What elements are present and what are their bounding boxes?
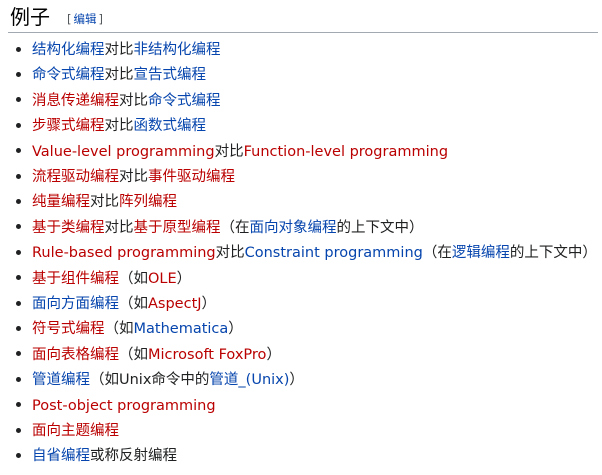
article-link[interactable]: 面向方面编程 (32, 296, 119, 312)
bullet-icon (16, 46, 21, 52)
bullet-icon (16, 452, 21, 458)
missing-article-link[interactable]: Microsoft FoxPro (148, 347, 266, 363)
bullet-icon (16, 249, 21, 255)
list-item: 符号式编程（如Mathematica） (16, 317, 243, 341)
article-link[interactable]: 结构化编程 (32, 42, 105, 58)
list-item: 基于组件编程（如OLE） (16, 267, 191, 291)
missing-article-link[interactable]: 消息传递编程 (32, 93, 119, 109)
missing-article-link[interactable]: 基于原型编程 (134, 220, 221, 236)
list-item: Rule-based programming对比Constraint progr… (16, 241, 597, 265)
article-link[interactable]: 逻辑编程 (452, 245, 510, 261)
list-item: 纯量编程对比阵列编程 (16, 190, 177, 214)
missing-article-link[interactable]: Function-level programming (244, 144, 448, 160)
bullet-icon (16, 275, 21, 281)
list-item: 自省编程或称反射编程 (16, 444, 177, 468)
list-item: 流程驱动编程对比事件驱动编程 (16, 165, 235, 189)
missing-article-link[interactable]: 面向主题编程 (32, 423, 119, 439)
list-item-text: （如 (119, 346, 148, 363)
article-link[interactable]: 面向对象编程 (250, 220, 337, 236)
list-item: 命令式编程对比宣告式编程 (16, 63, 206, 87)
list-item-text: （如 (119, 296, 148, 312)
list-item-text: 对比 (104, 118, 134, 135)
bullet-icon (16, 325, 21, 331)
list-item: 面向方面编程（如AspectJ） (16, 292, 216, 316)
bullet-icon (16, 427, 21, 433)
list-item-text: 对比 (104, 219, 134, 236)
list-item: 基于类编程对比基于原型编程（在面向对象编程的上下文中） (16, 216, 424, 240)
bullet-icon (16, 402, 21, 408)
bullet-icon (16, 224, 21, 230)
missing-article-link[interactable]: AspectJ (148, 296, 202, 312)
missing-article-link[interactable]: 流程驱动编程 (32, 169, 119, 185)
list-item-text: 对比 (215, 245, 245, 262)
article-link[interactable]: 非结构化编程 (134, 42, 221, 58)
article-link[interactable]: 管道编程 (32, 372, 90, 388)
bullet-icon (16, 97, 21, 103)
list-item: 面向表格编程（如Microsoft FoxPro） (16, 343, 281, 367)
article-link[interactable]: 宣告式编程 (134, 67, 207, 83)
list-item-text: 对比 (214, 143, 244, 160)
bullet-icon (16, 173, 21, 179)
list-item-text: ） (201, 296, 217, 312)
list-item-text: 对比 (104, 42, 134, 58)
missing-article-link[interactable]: 纯量编程 (32, 194, 90, 210)
list-item-text: 或称反射编程 (90, 448, 177, 465)
list-item-text: 对比 (104, 67, 134, 84)
list-item-text: ） (266, 346, 281, 363)
edit-bracket-open: [ (67, 12, 72, 26)
article-link[interactable]: 管道_(Unix) (209, 372, 289, 388)
missing-article-link[interactable]: 步骤式编程 (32, 118, 105, 134)
bullet-icon (16, 122, 21, 128)
missing-article-link[interactable]: Value-level programming (32, 144, 215, 160)
article-link[interactable]: 命令式编程 (148, 93, 221, 109)
edit-bracket-close: ] (98, 12, 104, 26)
bullet-icon (16, 148, 21, 154)
list-item-text: ） (176, 270, 192, 287)
missing-article-link[interactable]: 基于类编程 (32, 220, 105, 236)
bullet-icon (16, 71, 21, 77)
list-item-text: （如Unix命令中的 (90, 372, 210, 389)
list-item-text: 的上下文中） (336, 219, 424, 236)
missing-article-link[interactable]: Rule-based programming (32, 245, 216, 261)
edit-section-link-wrapper: [编辑] (67, 11, 103, 27)
list-item: Value-level programming对比Function-level … (16, 140, 448, 164)
list-item-text: ） (228, 321, 243, 338)
bullet-icon (16, 376, 21, 382)
list-item: 面向主题编程 (16, 419, 119, 443)
missing-article-link[interactable]: 面向表格编程 (32, 347, 119, 363)
article-link[interactable]: Mathematica (134, 321, 229, 337)
section-heading: 例子 [编辑] (8, 2, 598, 33)
article-link[interactable]: Constraint programming (245, 245, 423, 261)
missing-article-link[interactable]: 符号式编程 (32, 321, 105, 337)
missing-article-link[interactable]: OLE (148, 271, 177, 287)
list-item: Post-object programming (16, 394, 216, 418)
missing-article-link[interactable]: 事件驱动编程 (148, 169, 235, 185)
list-item: 消息传递编程对比命令式编程 (16, 89, 221, 113)
missing-article-link[interactable]: 基于组件编程 (32, 271, 119, 287)
list-item-text: ） (289, 372, 304, 389)
edit-section-link[interactable]: 编辑 (74, 12, 97, 26)
list-item-text: 对比 (119, 169, 148, 185)
article-link[interactable]: 函数式编程 (134, 118, 207, 134)
section-title: 例子 (10, 5, 50, 29)
list-item: 管道编程（如Unix命令中的管道_(Unix)） (16, 368, 304, 392)
list-item-text: （在 (422, 245, 452, 262)
list-item: 步骤式编程对比函数式编程 (16, 114, 206, 138)
bullet-icon (16, 300, 21, 306)
list-item-text: （在 (220, 219, 250, 236)
list-item-text: 对比 (90, 194, 119, 211)
article-link[interactable]: 自省编程 (32, 448, 90, 464)
article-link[interactable]: 命令式编程 (32, 67, 105, 83)
list-item-text: （如 (104, 321, 134, 338)
list-item-text: 对比 (119, 92, 148, 109)
list-item-text: （如 (119, 270, 148, 287)
list-item-text: 的上下文中） (509, 245, 597, 262)
list-item: 结构化编程对比非结构化编程 (16, 38, 221, 62)
bullet-icon (16, 198, 21, 204)
bullet-icon (16, 351, 21, 357)
missing-article-link[interactable]: Post-object programming (32, 398, 216, 414)
missing-article-link[interactable]: 阵列编程 (119, 194, 177, 210)
